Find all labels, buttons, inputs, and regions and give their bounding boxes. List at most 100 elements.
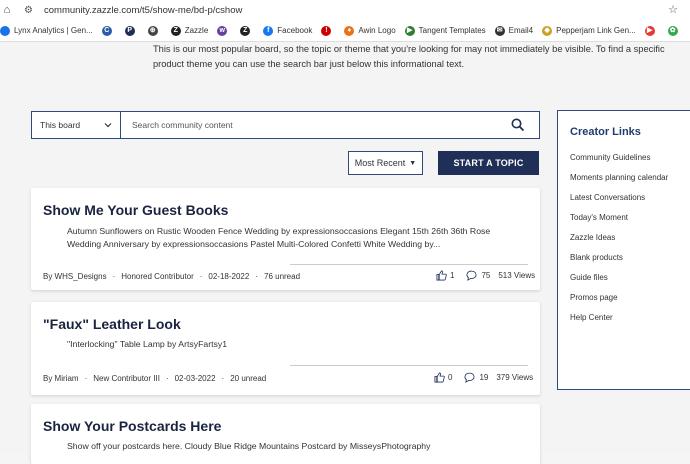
bookmark-item[interactable]: C	[101, 25, 116, 36]
bookmark-item[interactable]: ✉ Email4	[494, 25, 534, 36]
topic-author[interactable]: By WHS_Designs	[43, 272, 107, 281]
topic-card[interactable]: Show Your Postcards Here Show off your p…	[31, 404, 540, 464]
creator-link[interactable]: Today's Moment	[570, 213, 668, 233]
bookmark-favicon-icon: ⊕	[147, 25, 158, 36]
separator-dot: ·	[84, 374, 88, 383]
bookmarks-bar: Lynx Analytics | Gen... C P ⊕ Z Zazzle w Zf Face…	[0, 20, 690, 42]
bookmark-item[interactable]: ⊕	[147, 25, 162, 36]
bookmark-item[interactable]: Lynx Analytics | Gen...	[0, 25, 93, 36]
unread-count: 76 unread	[264, 272, 301, 281]
bookmark-item[interactable]: w	[217, 25, 231, 36]
bookmark-favicon-icon: Z	[170, 25, 181, 36]
home-icon[interactable]: ⌂	[0, 4, 14, 16]
topic-card[interactable]: "Faux" Leather Look "Interlocking" Table…	[31, 302, 540, 395]
start-topic-button[interactable]: START A TOPIC	[438, 151, 539, 175]
creator-link[interactable]: Community Guidelines	[570, 153, 668, 173]
search-scope-select[interactable]: This board	[31, 111, 121, 139]
search-input[interactable]: Search community content	[121, 111, 540, 139]
bookmark-item[interactable]: f Facebook	[263, 25, 312, 36]
address-bar: ⌂ ⚙ community.zazzle.com/t5/show-me/bd-p…	[0, 0, 690, 20]
bookmark-label: Pepperjam Link Gen...	[556, 26, 636, 35]
bookmark-favicon-icon: ✉	[494, 25, 505, 36]
bookmark-favicon-icon: ◆	[542, 25, 553, 36]
bookmark-item[interactable]: ♦ Awin Logo	[344, 25, 396, 36]
creator-links-panel: Creator Links Community Guidelines Moment…	[557, 110, 690, 390]
topic-date: 02-03-2022	[174, 374, 216, 383]
topic-card[interactable]: Show Me Your Guest Books Autumn Sunflowe…	[31, 188, 540, 290]
search-row: This board Search community content	[31, 111, 540, 139]
bookmark-item[interactable]: !	[321, 25, 335, 36]
bookmark-item[interactable]: ▶	[644, 25, 659, 36]
topic-title[interactable]: Show Your Postcards Here	[43, 418, 221, 434]
topic-excerpt: Autumn Sunflowers on Rustic Wooden Fence…	[67, 226, 491, 249]
bookmark-label: Email4	[508, 26, 534, 35]
like-count: 0	[448, 373, 453, 382]
sort-label: Most Recent	[354, 158, 406, 168]
creator-link[interactable]: Blank products	[570, 253, 668, 273]
bookmark-item[interactable]: ◆ Pepperjam Link Gen...	[542, 25, 636, 36]
creator-links-list: Community Guidelines Moments planning cal…	[570, 153, 668, 333]
page-content: This is our most popular board, so the t…	[0, 42, 690, 464]
creator-link[interactable]: Guide files	[570, 273, 668, 293]
thumbs-up-icon[interactable]	[434, 372, 445, 383]
search-icon[interactable]	[511, 118, 525, 132]
topic-excerpt: Show off your postcards here. Cloudy Blu…	[67, 441, 431, 451]
site-info-icon[interactable]: ⚙	[24, 5, 38, 16]
author-rank: New Contributor III	[93, 374, 160, 383]
topic-stats: 1 75 513 Views	[436, 270, 535, 281]
search-scope-label: This board	[40, 120, 81, 130]
topic-date: 02-18-2022	[208, 272, 250, 281]
reply-count: 75	[481, 271, 491, 280]
separator-dot: ·	[255, 272, 258, 281]
bookmark-item[interactable]: ▶ Tangent Templates	[404, 25, 486, 36]
creator-link[interactable]: Promos page	[570, 293, 668, 313]
bookmark-star-icon[interactable]: ☆	[668, 3, 678, 16]
bookmark-label: Lynx Analytics | Gen...	[14, 26, 93, 35]
separator-dot: ·	[221, 374, 225, 383]
bookmark-favicon-icon: f	[263, 25, 274, 36]
bookmark-favicon-icon: ▶	[644, 25, 655, 36]
bookmark-favicon-icon	[0, 25, 10, 36]
url-text[interactable]: community.zazzle.com/t5/show-me/bd-p/csh…	[44, 5, 242, 16]
caret-down-icon: ▼	[409, 159, 417, 167]
bookmark-label: Awin Logo	[358, 26, 396, 35]
bookmark-item[interactable]: Z	[240, 25, 254, 36]
bookmark-item[interactable]: Z Zazzle	[170, 25, 209, 36]
topic-stats: 0 19 379 Views	[434, 372, 533, 383]
bookmark-item[interactable]: P	[124, 25, 139, 36]
topic-meta: By Miriam · New Contributor III · 02-03-…	[43, 374, 266, 383]
bookmark-favicon-icon: !	[321, 25, 332, 36]
separator-dot: ·	[199, 272, 203, 281]
sort-dropdown[interactable]: Most Recent ▼	[348, 151, 423, 175]
bookmark-favicon-icon: ▶	[404, 25, 415, 36]
like-count: 1	[450, 271, 455, 280]
bookmark-favicon-icon: w	[217, 25, 228, 36]
board-intro-text: This is our most popular board, so the t…	[153, 44, 665, 69]
bookmark-label: Tangent Templates	[418, 26, 486, 35]
creator-link[interactable]: Help Center	[570, 313, 668, 333]
topic-title[interactable]: "Faux" Leather Look	[43, 316, 181, 332]
card-divider	[290, 365, 528, 366]
creator-link[interactable]: Zazzle Ideas	[570, 233, 668, 253]
topic-title[interactable]: Show Me Your Guest Books	[43, 202, 228, 218]
creator-links-title: Creator Links	[570, 126, 641, 138]
card-divider	[290, 264, 528, 265]
separator-dot: ·	[165, 374, 169, 383]
thumbs-up-icon[interactable]	[436, 270, 447, 281]
bookmark-label: Zazzle	[184, 26, 209, 35]
bookmark-favicon-icon: ♦	[344, 25, 355, 36]
creator-link[interactable]: Latest Conversations	[570, 193, 668, 213]
comment-icon	[466, 270, 477, 281]
reply-count: 19	[479, 373, 489, 382]
bookmark-favicon-icon: ✿	[667, 25, 678, 36]
author-rank: Honored Contributor	[121, 272, 194, 281]
bookmark-favicon-icon: Z	[240, 25, 251, 36]
separator-dot: ·	[112, 272, 116, 281]
topic-author[interactable]: By Miriam	[43, 374, 79, 383]
creator-link[interactable]: Moments planning calendar	[570, 173, 668, 193]
unread-count: 20 unread	[230, 374, 267, 383]
bookmark-item[interactable]: ✿	[667, 25, 682, 36]
comment-icon	[464, 372, 475, 383]
topic-excerpt: "Interlocking" Table Lamp by ArtsyFartsy…	[67, 339, 228, 349]
bookmark-favicon-icon: P	[124, 25, 135, 36]
